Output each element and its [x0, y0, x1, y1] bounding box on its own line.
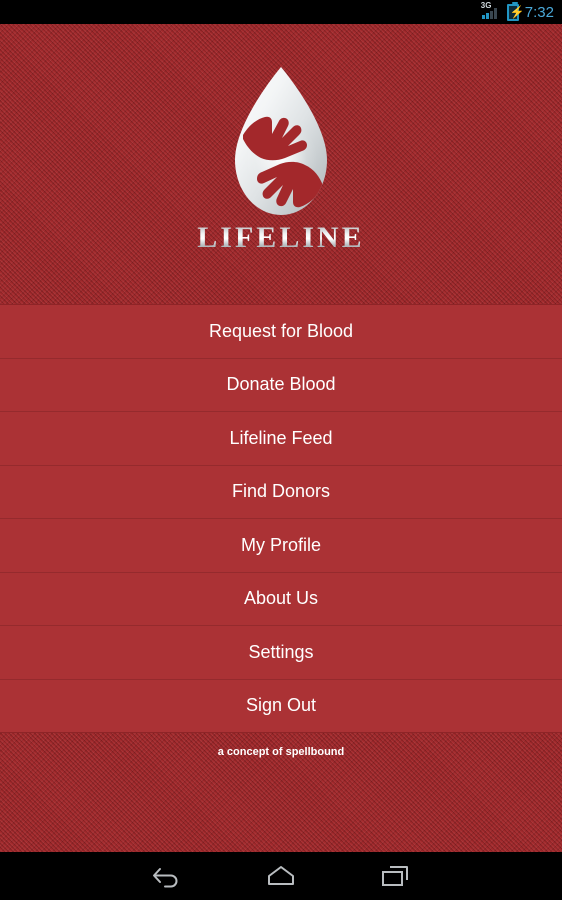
menu-item-lifeline-feed[interactable]: Lifeline Feed — [0, 412, 562, 466]
home-icon — [268, 866, 294, 885]
status-bar-icons: 3G ⚡ 7:32 — [481, 1, 554, 21]
menu-item-label: About Us — [243, 588, 319, 609]
signal-bars — [481, 8, 497, 19]
android-navigation-bar — [0, 852, 562, 900]
menu-item-about-us[interactable]: About Us — [0, 572, 562, 626]
menu-item-find-donors[interactable]: Find Donors — [0, 465, 562, 519]
status-bar-clock: 7:32 — [524, 3, 554, 21]
main-menu-list: Request for Blood Donate Blood Lifeline Fe… — [0, 304, 562, 733]
back-arrow-icon — [153, 868, 178, 888]
menu-item-label: Request for Blood — [208, 320, 354, 341]
menu-item-label: Lifeline Feed — [229, 427, 333, 448]
home-button[interactable] — [257, 852, 305, 900]
footer-credit: a concept of spellbound — [217, 746, 345, 758]
menu-item-label: Settings — [248, 641, 314, 662]
back-button[interactable] — [143, 852, 191, 900]
menu-item-sign-out[interactable]: Sign Out — [0, 679, 562, 733]
device-screen: 3G ⚡ 7:32 LIFELINE Request for Blood Don… — [0, 0, 562, 900]
status-bar: 3G ⚡ 7:32 — [0, 0, 562, 24]
menu-item-settings[interactable]: Settings — [0, 626, 562, 680]
signal-bars-icon: 3G — [481, 2, 501, 21]
menu-item-label: My Profile — [240, 534, 321, 555]
recent-apps-button[interactable] — [371, 852, 419, 900]
battery-charging-icon: ⚡ — [506, 1, 525, 21]
app-content: LIFELINE Request for Blood Donate Blood Li… — [0, 24, 562, 852]
menu-item-label: Find Donors — [231, 481, 331, 502]
blood-drop-hands-logo — [235, 67, 327, 215]
menu-item-request-for-blood[interactable]: Request for Blood — [0, 305, 562, 359]
brand-wordmark: LIFELINE — [197, 221, 365, 254]
menu-item-my-profile[interactable]: My Profile — [0, 519, 562, 573]
recent-apps-icon — [382, 866, 408, 886]
brand-header: LIFELINE — [0, 24, 562, 304]
menu-item-label: Donate Blood — [226, 374, 336, 395]
menu-item-donate-blood[interactable]: Donate Blood — [0, 358, 562, 412]
menu-item-label: Sign Out — [245, 695, 317, 716]
